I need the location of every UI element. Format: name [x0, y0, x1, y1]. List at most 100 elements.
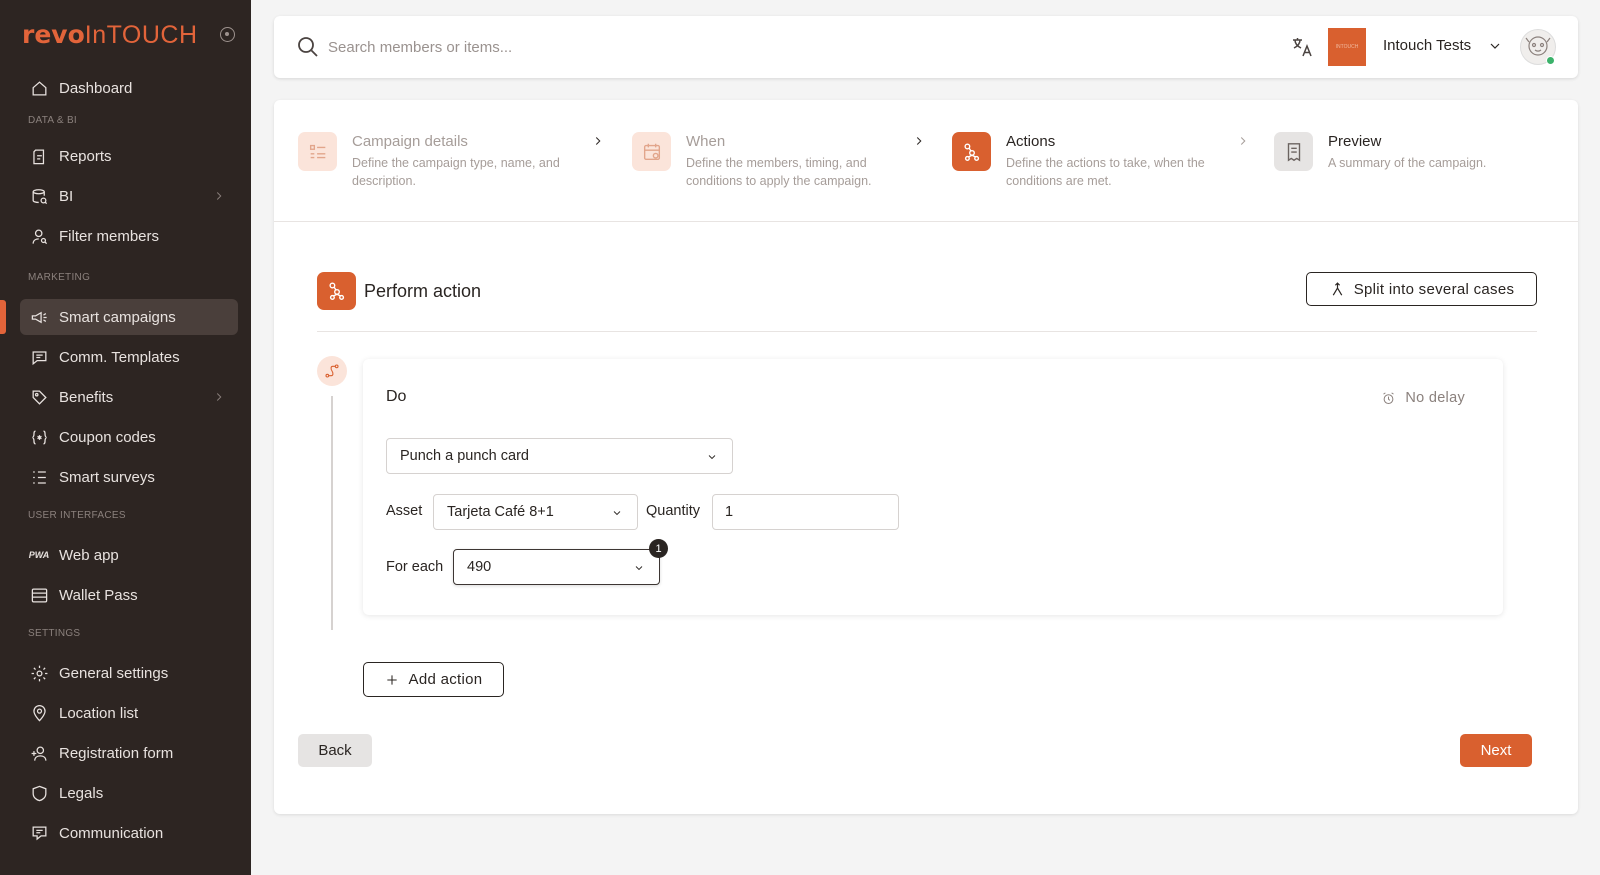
sidebar-item-legals[interactable]: Legals: [20, 775, 238, 811]
step-description: Define the actions to take, when the con…: [1006, 156, 1205, 188]
actions-icon: [317, 272, 356, 310]
shield-icon: [29, 783, 49, 803]
chevron-right-icon: [591, 134, 605, 148]
delay-toggle[interactable]: No delay: [1381, 390, 1465, 406]
plus-icon: [386, 674, 397, 685]
sidebar-item-bi[interactable]: BI: [20, 178, 238, 214]
sidebar-item-label: BI: [59, 187, 74, 205]
action-type-select[interactable]: Punch a punch card: [386, 438, 733, 474]
location-pin-icon: [29, 703, 49, 723]
action-card: Do No delay Punch a punch card Asset Tar…: [363, 359, 1503, 615]
alarm-clock-icon: [1383, 391, 1395, 404]
report-icon: [29, 146, 49, 166]
step-title: Campaign details: [352, 133, 468, 150]
active-indicator: [0, 300, 6, 334]
brand-logo[interactable]: revoInTOUCH: [22, 20, 198, 50]
step-title: When: [686, 133, 726, 150]
sidebar: revoInTOUCH Dashboard DATA & BI Reports …: [0, 0, 251, 875]
translate-icon[interactable]: [1290, 35, 1314, 59]
sidebar-item-label: Registration form: [59, 744, 174, 762]
chevron-right-icon: [212, 189, 226, 203]
split-cases-button[interactable]: Split into several cases: [1306, 272, 1537, 306]
wallet-icon: [29, 585, 49, 605]
step-description: Define the members, timing, and conditio…: [686, 156, 872, 188]
sidebar-collapse-icon[interactable]: [220, 27, 235, 42]
sidebar-item-location-list[interactable]: Location list: [20, 695, 238, 731]
sidebar-item-wallet-pass[interactable]: Wallet Pass: [20, 577, 238, 613]
details-list-icon: [298, 132, 337, 171]
sidebar-item-label: Legals: [59, 784, 104, 802]
sidebar-item-reports[interactable]: Reports: [20, 138, 238, 174]
braces-asterisk-icon: [29, 427, 49, 447]
sidebar-item-label: Reports: [59, 147, 112, 165]
account-name[interactable]: Intouch Tests: [1383, 37, 1471, 54]
quantity-label: Quantity: [646, 503, 700, 519]
sidebar-item-label: Dashboard: [59, 79, 133, 97]
sidebar-item-web-app[interactable]: PWA Web app: [20, 537, 238, 573]
count-badge: 1: [649, 539, 668, 558]
top-bar: INTOUCH Intouch Tests: [274, 16, 1578, 78]
asset-select[interactable]: Tarjeta Café 8+1: [433, 494, 638, 530]
account-brand-logo[interactable]: INTOUCH: [1328, 28, 1366, 66]
next-button[interactable]: Next: [1460, 734, 1532, 767]
sidebar-item-smart-campaigns[interactable]: Smart campaigns: [20, 299, 238, 335]
step-title: Preview: [1328, 133, 1382, 150]
sidebar-item-label: Coupon codes: [59, 428, 156, 446]
pwa-icon: PWA: [28, 550, 50, 560]
split-cases-label: Split into several cases: [1353, 280, 1515, 298]
add-action-button[interactable]: Add action: [363, 662, 504, 697]
sidebar-item-label: Smart surveys: [59, 468, 155, 486]
calendar-icon: [632, 132, 671, 171]
route-icon: [317, 356, 347, 386]
back-button[interactable]: Back: [298, 734, 372, 767]
sidebar-item-label: Communication: [59, 824, 164, 842]
list-icon: [29, 467, 49, 487]
database-search-icon: [29, 186, 49, 206]
section-label-settings: SETTINGS: [28, 628, 81, 639]
asset-value: Tarjeta Café 8+1: [447, 504, 554, 520]
sidebar-item-benefits[interactable]: Benefits: [20, 379, 238, 415]
actions-icon: [952, 132, 991, 171]
tag-icon: [29, 387, 49, 407]
for-each-select[interactable]: 490: [453, 549, 660, 585]
receipt-icon: [1274, 132, 1313, 171]
search-input[interactable]: [328, 34, 928, 60]
sidebar-item-coupon-codes[interactable]: Coupon codes: [20, 419, 238, 455]
add-action-label: Add action: [408, 671, 483, 688]
sidebar-item-comm-templates[interactable]: Comm. Templates: [20, 339, 238, 375]
chevron-down-icon[interactable]: [1487, 38, 1503, 54]
chevron-right-icon: [912, 134, 926, 148]
do-label: Do: [386, 388, 407, 405]
online-status-dot: [1546, 56, 1555, 65]
search-icon[interactable]: [296, 35, 320, 59]
sidebar-item-dashboard[interactable]: Dashboard: [20, 70, 238, 106]
sidebar-item-label: Web app: [59, 546, 119, 564]
step-description: Define the campaign type, name, and desc…: [352, 156, 560, 188]
sidebar-item-label: General settings: [59, 664, 169, 682]
section-label-marketing: MARKETING: [28, 272, 91, 283]
section-label-user-interfaces: USER INTERFACES: [28, 510, 126, 521]
user-search-icon: [29, 226, 49, 246]
action-type-value: Punch a punch card: [400, 448, 529, 464]
sidebar-item-communication[interactable]: Communication: [20, 815, 238, 851]
chevron-right-icon: [1236, 134, 1250, 148]
sidebar-item-registration-form[interactable]: Registration form: [20, 735, 238, 771]
delay-label: No delay: [1405, 390, 1465, 406]
for-each-value: 490: [467, 559, 492, 575]
stepper: Campaign details Define the campaign typ…: [274, 100, 1578, 222]
sidebar-item-general-settings[interactable]: General settings: [20, 655, 238, 691]
sidebar-item-label: Filter members: [59, 227, 160, 245]
message-icon: [29, 347, 49, 367]
sidebar-item-smart-surveys[interactable]: Smart surveys: [20, 459, 238, 495]
sidebar-item-filter-members[interactable]: Filter members: [20, 218, 238, 254]
timeline-line: [331, 396, 333, 630]
home-icon: [29, 78, 49, 98]
step-description: A summary of the campaign.: [1328, 156, 1487, 170]
split-icon: [1332, 281, 1342, 295]
chevron-down-icon: [611, 507, 623, 519]
section-title: Perform action: [364, 281, 482, 301]
megaphone-icon: [29, 307, 49, 327]
quantity-input[interactable]: [712, 494, 899, 530]
campaign-editor-card: Campaign details Define the campaign typ…: [274, 100, 1578, 814]
sidebar-item-label: Comm. Templates: [59, 348, 180, 366]
